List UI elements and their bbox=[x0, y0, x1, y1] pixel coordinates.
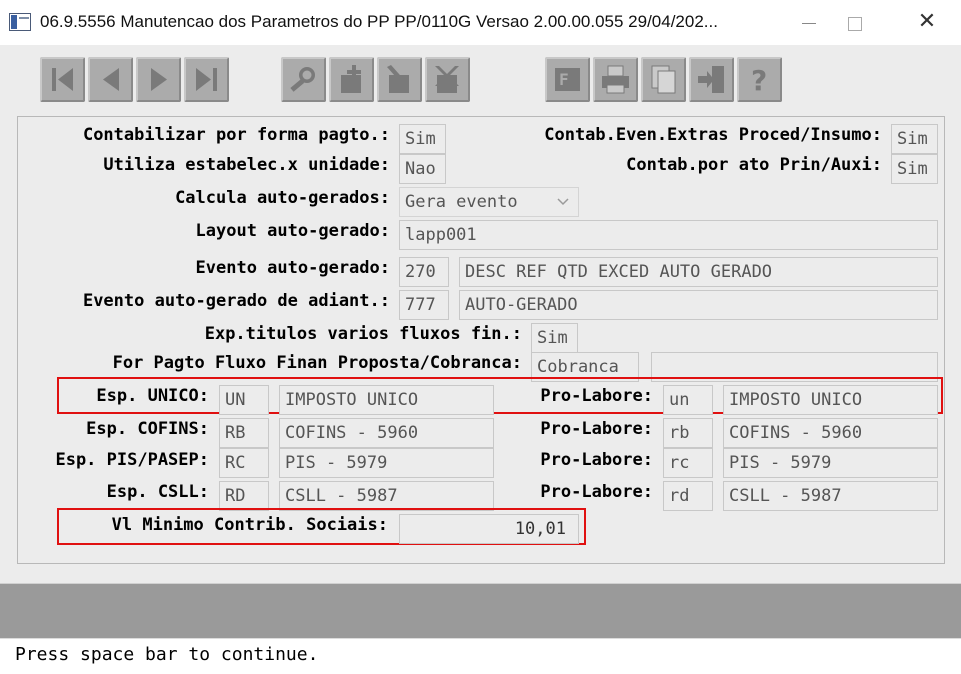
help-icon: ? bbox=[751, 64, 767, 96]
contab-even-extras-field[interactable]: Sim bbox=[891, 124, 938, 154]
close-icon: ✕ bbox=[917, 9, 937, 34]
copy-button[interactable] bbox=[641, 57, 686, 102]
esp-unico-label: Esp. UNICO: bbox=[96, 386, 209, 406]
copy-icon bbox=[651, 65, 676, 94]
chevron-down-icon bbox=[557, 198, 569, 206]
maximize-icon bbox=[848, 16, 862, 31]
status-message: Press space bar to continue. bbox=[15, 644, 319, 665]
fields-button[interactable]: F bbox=[545, 57, 590, 102]
exp-titulos-field[interactable]: Sim bbox=[531, 323, 578, 353]
contab-ato-field[interactable]: Sim bbox=[891, 154, 938, 184]
for-pagto-fluxo-label: For Pagto Fluxo Finan Proposta/Cobranca: bbox=[112, 353, 522, 373]
calcula-auto-value: Gera evento bbox=[405, 192, 518, 212]
print-button[interactable] bbox=[593, 57, 638, 102]
esp-csll-label: Esp. CSLL: bbox=[106, 482, 209, 502]
delete-button[interactable] bbox=[425, 57, 470, 102]
evento-adiant-label: Evento auto-gerado de adiant.: bbox=[82, 291, 390, 311]
minimize-icon bbox=[802, 23, 816, 24]
next-record-icon bbox=[151, 68, 167, 91]
contab-forma-pagto-label: Contabilizar por forma pagto.: bbox=[82, 125, 390, 145]
previous-record-button[interactable] bbox=[88, 57, 133, 102]
calcula-auto-label: Calcula auto-gerados: bbox=[175, 188, 390, 208]
esp-cofins-pl-desc-field: COFINS - 5960 bbox=[723, 418, 938, 448]
esp-unico-desc-field: IMPOSTO UNICO bbox=[279, 385, 494, 415]
edit-button[interactable] bbox=[377, 57, 422, 102]
help-button[interactable]: ? bbox=[737, 57, 782, 102]
esp-pis-code-field[interactable]: RC bbox=[219, 448, 269, 478]
delete-icon bbox=[435, 66, 459, 93]
evento-adiant-desc-field: AUTO-GERADO bbox=[459, 290, 938, 320]
layout-auto-label: Layout auto-gerado: bbox=[195, 221, 390, 241]
add-button[interactable] bbox=[329, 57, 374, 102]
vl-minimo-label: Vl Minimo Contrib. Sociais: bbox=[111, 515, 388, 535]
contab-ato-label: Contab.por ato Prin/Auxi: bbox=[626, 155, 882, 175]
maximize-button[interactable] bbox=[832, 6, 878, 38]
esp-pis-pl-desc-field: PIS - 5979 bbox=[723, 448, 938, 478]
esp-pis-desc-field: PIS - 5979 bbox=[279, 448, 494, 478]
esp-unico-code-field[interactable]: UN bbox=[219, 385, 269, 415]
esp-unico-pl-label: Pro-Labore: bbox=[540, 386, 653, 406]
search-button[interactable] bbox=[281, 57, 326, 102]
esp-csll-pl-label: Pro-Labore: bbox=[540, 482, 653, 502]
print-icon bbox=[602, 65, 629, 94]
contab-even-extras-label: Contab.Even.Extras Proced/Insumo: bbox=[544, 125, 882, 145]
esp-csll-pl-desc-field: CSLL - 5987 bbox=[723, 481, 938, 511]
esp-cofins-code-field[interactable]: RB bbox=[219, 418, 269, 448]
esp-csll-pl-code-field[interactable]: rd bbox=[663, 481, 713, 511]
esp-csll-desc-field: CSLL - 5987 bbox=[279, 481, 494, 511]
fields-icon: F bbox=[555, 68, 580, 91]
contab-forma-pagto-field[interactable]: Sim bbox=[399, 124, 446, 154]
utiliza-estabelec-label: Utiliza estabelec.x unidade: bbox=[103, 155, 390, 175]
first-record-icon bbox=[52, 68, 73, 91]
last-record-button[interactable] bbox=[184, 57, 229, 102]
esp-csll-code-field[interactable]: RD bbox=[219, 481, 269, 511]
esp-pis-pl-label: Pro-Labore: bbox=[540, 450, 653, 470]
esp-cofins-desc-field: COFINS - 5960 bbox=[279, 418, 494, 448]
evento-adiant-code-field[interactable]: 777 bbox=[399, 290, 449, 320]
first-record-button[interactable] bbox=[40, 57, 85, 102]
evento-auto-code-field[interactable]: 270 bbox=[399, 257, 449, 287]
esp-cofins-label: Esp. COFINS: bbox=[86, 419, 209, 439]
minimize-button[interactable] bbox=[786, 6, 832, 38]
calcula-auto-select[interactable]: Gera evento bbox=[399, 187, 579, 217]
last-record-icon bbox=[196, 68, 217, 91]
vl-minimo-field[interactable]: 10,01 bbox=[399, 514, 579, 544]
exp-titulos-label: Exp.titulos varios fluxos fin.: bbox=[204, 324, 522, 344]
next-record-button[interactable] bbox=[136, 57, 181, 102]
svg-text:?: ? bbox=[751, 64, 767, 96]
status-strip bbox=[0, 583, 961, 638]
evento-auto-label: Evento auto-gerado: bbox=[195, 258, 390, 278]
esp-unico-pl-code-field[interactable]: un bbox=[663, 385, 713, 415]
esp-cofins-pl-code-field[interactable]: rb bbox=[663, 418, 713, 448]
previous-record-icon bbox=[103, 68, 119, 91]
layout-auto-field[interactable]: lapp001 bbox=[399, 220, 938, 250]
esp-cofins-pl-label: Pro-Labore: bbox=[540, 419, 653, 439]
window-title: 06.9.5556 Manutencao dos Parametros do P… bbox=[40, 12, 718, 31]
esp-pis-pl-code-field[interactable]: rc bbox=[663, 448, 713, 478]
add-icon bbox=[341, 65, 361, 93]
exit-icon bbox=[698, 66, 724, 93]
svg-text:F: F bbox=[559, 70, 569, 89]
esp-unico-pl-desc-field: IMPOSTO UNICO bbox=[723, 385, 938, 415]
edit-icon bbox=[387, 65, 409, 93]
close-button[interactable]: ✕ bbox=[904, 6, 950, 38]
exit-button[interactable] bbox=[689, 57, 734, 102]
utiliza-estabelec-field[interactable]: Nao bbox=[399, 154, 446, 184]
search-icon bbox=[290, 67, 315, 92]
evento-auto-desc-field: DESC REF QTD EXCED AUTO GERADO bbox=[459, 257, 938, 287]
esp-pis-label: Esp. PIS/PASEP: bbox=[55, 450, 209, 470]
app-window-icon bbox=[9, 13, 31, 31]
